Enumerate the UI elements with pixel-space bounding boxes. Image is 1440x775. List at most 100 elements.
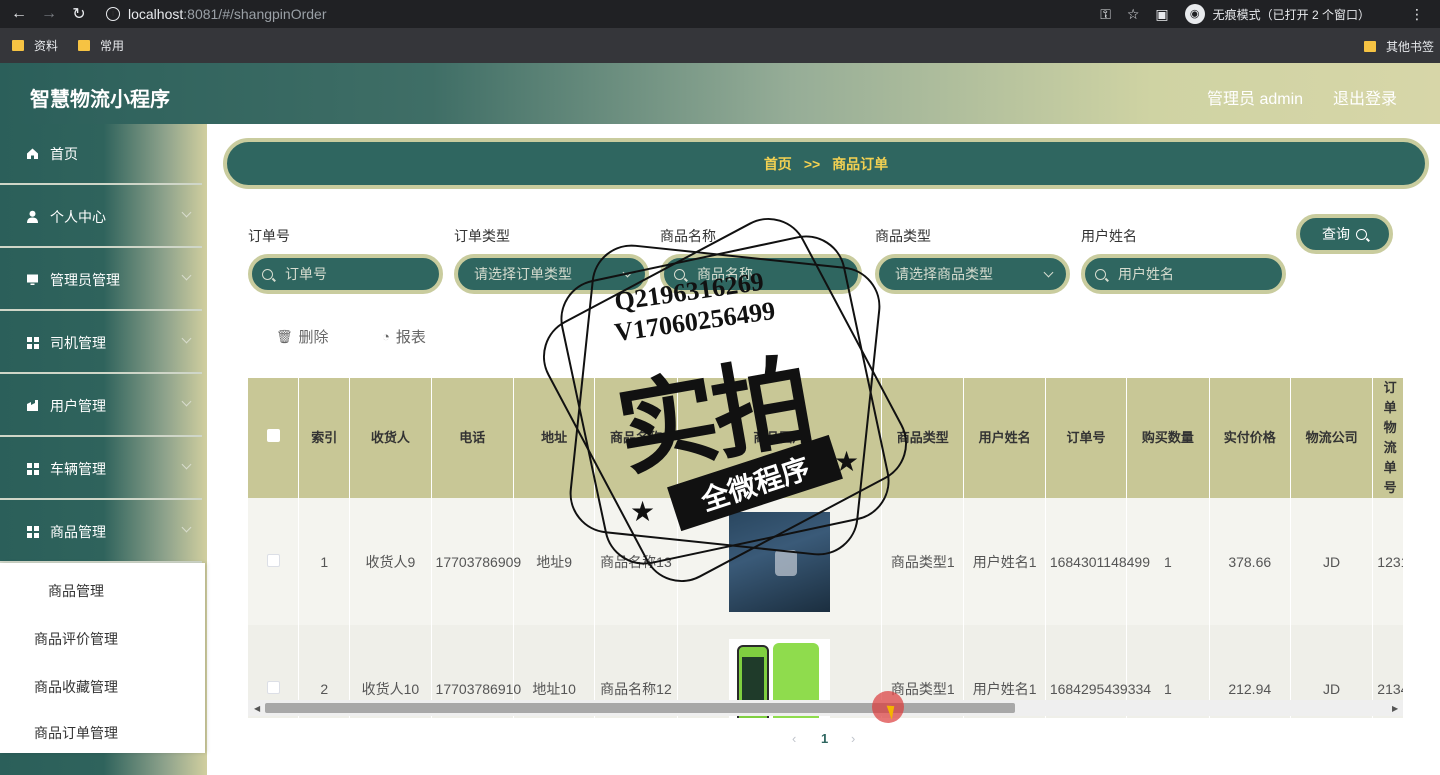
filter-label-order-type: 订单类型 <box>454 228 510 244</box>
sidepanel-icon[interactable]: ▣ <box>1155 6 1168 23</box>
bookmark-folder-2[interactable]: 常用 <box>78 37 124 54</box>
sidebar-item-driver[interactable]: 司机管理 <box>0 313 202 374</box>
table-row[interactable]: 1 收货人9 17703786909 地址9 商品名称13 商品类型1 用户姓名… <box>248 498 1403 625</box>
breadcrumb-current: 商品订单 <box>832 155 889 172</box>
submenu-item-product-favorite[interactable]: 商品收藏管理 <box>34 677 118 697</box>
app-header: 智慧物流小程序 管理员 admin 退出登录 <box>0 63 1440 124</box>
order-no-input[interactable]: 订单号 <box>248 254 443 294</box>
pagination-prev[interactable]: ‹ <box>792 731 796 746</box>
sidebar-item-vehicle[interactable]: 车辆管理 <box>0 439 202 500</box>
forward-icon[interactable]: → <box>38 5 60 23</box>
query-button[interactable]: 查询 <box>1296 214 1393 254</box>
app-title: 智慧物流小程序 <box>30 89 170 111</box>
sidebar-item-admin[interactable]: 管理员管理 <box>0 250 202 311</box>
submenu-item-product-order[interactable]: 商品订单管理 <box>34 723 118 743</box>
delete-button[interactable]: 🗑 删除 <box>276 326 329 347</box>
filter-label-product-name: 商品名称 <box>660 228 716 244</box>
row-checkbox[interactable] <box>266 553 280 567</box>
folder-icon <box>78 40 91 51</box>
row-checkbox[interactable] <box>266 680 280 694</box>
order-table: 索引 收货人 电话 地址 商品名称 商品图片 商品类型 用户姓名 订单号 购买数… <box>248 378 1403 718</box>
column-header[interactable]: 用户姓名 <box>963 378 1046 498</box>
column-header[interactable]: 物流公司 <box>1290 378 1374 498</box>
url-path: :8081/#/shangpinOrder <box>183 6 327 22</box>
column-header[interactable]: 商品图片 <box>677 378 883 498</box>
select-all-checkbox[interactable] <box>266 429 280 442</box>
trash-icon: 🗑 <box>276 328 293 344</box>
incognito-indicator[interactable]: ◉ 无痕模式（已打开 2 个窗口） <box>1184 4 1394 24</box>
column-header[interactable]: 订单号 <box>1045 378 1128 498</box>
order-type-select[interactable]: 请选择订单类型 <box>454 254 649 294</box>
chevron-down-icon <box>181 207 192 218</box>
building-icon <box>26 399 39 412</box>
bookmark-label: 资料 <box>34 39 59 53</box>
column-header[interactable]: 订单物流单号 <box>1372 378 1403 498</box>
grid-icon <box>26 336 39 349</box>
sidebar-item-label: 司机管理 <box>50 334 106 351</box>
sidebar-item-label: 首页 <box>50 145 78 162</box>
sidebar-item-personal[interactable]: 个人中心 <box>0 187 202 248</box>
folder-icon <box>12 40 24 51</box>
product-submenu: 商品管理 商品评价管理 商品收藏管理 商品订单管理 <box>0 563 205 753</box>
bookmarks-bar: 资料 常用 其他书签 <box>0 28 1440 63</box>
search-icon <box>674 268 685 280</box>
menu-icon[interactable]: ⋮ <box>1410 6 1424 23</box>
product-type-placeholder: 请选择商品类型 <box>895 266 993 282</box>
column-header[interactable]: 购买数量 <box>1126 378 1210 498</box>
column-header[interactable]: 地址 <box>513 378 596 498</box>
pagination-next[interactable]: › <box>851 731 855 746</box>
cell-address: 地址9 <box>513 498 596 625</box>
report-button[interactable]: ◔ 报表 <box>382 326 426 347</box>
breadcrumb-home[interactable]: 首页 <box>764 154 792 174</box>
column-header[interactable]: 商品类型 <box>881 378 965 498</box>
scroll-right-icon[interactable]: ▶ <box>1392 704 1398 713</box>
column-header[interactable]: 商品名称 <box>594 378 678 498</box>
sidebar-item-home[interactable]: 首页 <box>0 124 202 185</box>
order-type-placeholder: 请选择订单类型 <box>474 266 572 282</box>
other-bookmarks[interactable]: 其他书签 <box>1363 38 1434 55</box>
sidebar-item-users[interactable]: 用户管理 <box>0 376 202 437</box>
chevron-down-icon <box>1043 267 1054 278</box>
other-bookmarks-label: 其他书签 <box>1385 40 1434 54</box>
cell-product-image <box>677 498 883 625</box>
user-name-placeholder: 用户姓名 <box>1118 266 1174 282</box>
cell-user-name: 用户姓名1 <box>963 498 1046 625</box>
sidebar-item-product[interactable]: 商品管理 <box>0 502 202 563</box>
column-header[interactable]: 实付价格 <box>1209 378 1291 498</box>
address-bar[interactable]: i localhost:8081/#/shangpinOrder <box>106 2 1196 26</box>
back-icon[interactable]: ← <box>8 5 30 23</box>
column-header[interactable]: 电话 <box>431 378 514 498</box>
pie-chart-icon: ◔ <box>382 329 390 344</box>
sidebar-item-label: 商品管理 <box>50 523 106 540</box>
search-icon <box>262 268 273 280</box>
logout-button[interactable]: 退出登录 <box>1333 85 1397 109</box>
order-no-placeholder: 订单号 <box>285 266 327 282</box>
cell-order-no: 1684301148499 <box>1045 498 1150 625</box>
reload-icon[interactable]: ↻ <box>68 4 90 24</box>
incognito-icon: ◉ <box>1184 4 1205 24</box>
product-name-input[interactable]: 商品名称 <box>660 254 862 294</box>
search-icon <box>1095 268 1106 280</box>
chevron-down-icon <box>181 522 192 533</box>
breadcrumb: 首页 >> 商品订单 <box>223 138 1429 189</box>
star-icon[interactable]: ☆ <box>1127 6 1140 23</box>
grid-icon <box>26 462 39 475</box>
column-header[interactable]: 收货人 <box>349 378 432 498</box>
submenu-item-product-manage[interactable]: 商品管理 <box>48 581 104 601</box>
submenu-item-product-review[interactable]: 商品评价管理 <box>34 629 118 649</box>
product-image[interactable] <box>728 511 830 612</box>
site-info-icon[interactable]: i <box>106 7 120 21</box>
bookmark-folder-1[interactable]: 资料 <box>12 37 58 54</box>
product-type-select[interactable]: 请选择商品类型 <box>875 254 1070 294</box>
chevron-down-icon <box>622 267 633 278</box>
key-icon[interactable]: ⚿ <box>1100 6 1111 23</box>
column-header[interactable]: 索引 <box>298 378 351 498</box>
admin-label: 管理员 admin <box>1207 91 1304 108</box>
report-label: 报表 <box>395 329 426 346</box>
pagination-page-1[interactable]: 1 <box>821 731 828 746</box>
row-select-cell <box>248 498 300 625</box>
cell-tracking: 1231236534541 <box>1372 498 1403 625</box>
user-name-input[interactable]: 用户姓名 <box>1081 254 1286 294</box>
chevron-down-icon <box>181 459 192 470</box>
scroll-left-icon[interactable]: ◀ <box>254 704 260 713</box>
